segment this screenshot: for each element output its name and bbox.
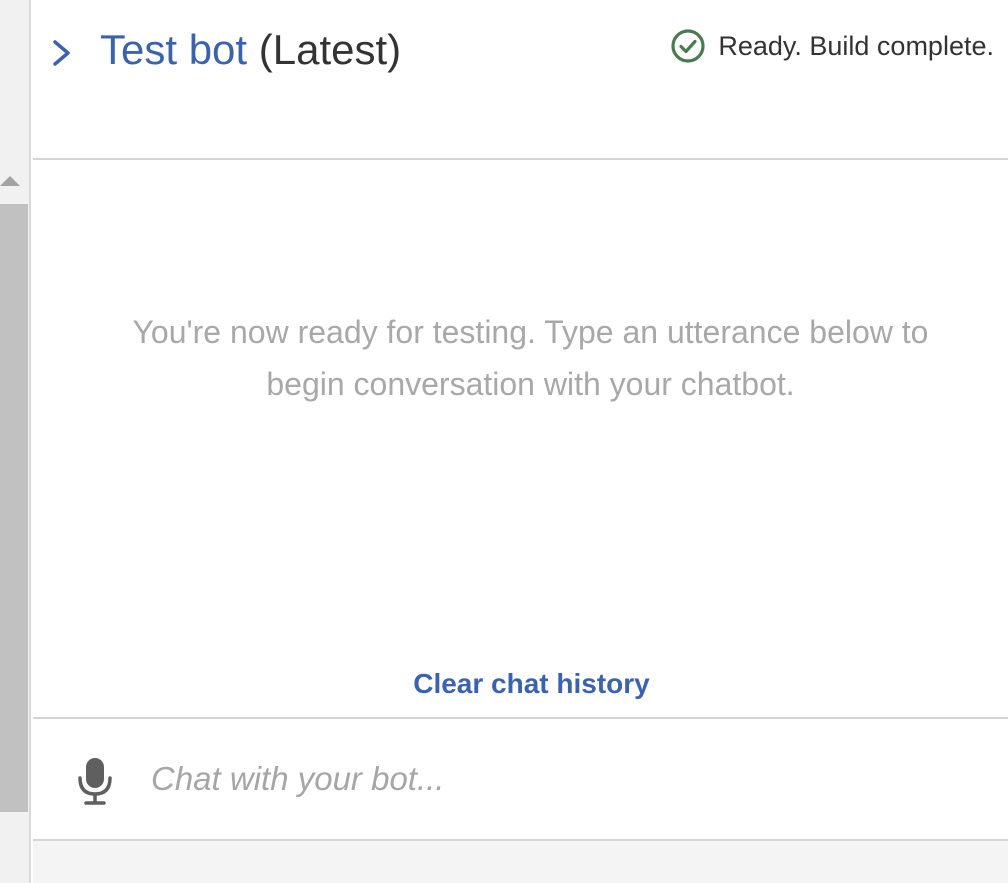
microphone-icon[interactable] xyxy=(77,756,113,806)
chat-input[interactable] xyxy=(151,749,971,809)
test-bot-page: Test bot (Latest) Ready. Build complete.… xyxy=(0,0,1008,883)
conversation-area: You're now ready for testing. Type an ut… xyxy=(33,160,1008,717)
scrollbar-thumb[interactable] xyxy=(0,204,28,812)
chat-composer xyxy=(33,717,1008,841)
footer-strip xyxy=(33,841,1008,883)
version-label: (Latest) xyxy=(258,26,402,73)
check-circle-icon xyxy=(670,28,706,64)
scroll-up-icon[interactable] xyxy=(0,176,20,186)
test-bot-panel: Test bot (Latest) Ready. Build complete.… xyxy=(33,0,1008,883)
bot-name: Test bot xyxy=(100,26,248,73)
empty-state-message: You're now ready for testing. Type an ut… xyxy=(132,314,929,402)
chevron-right-icon[interactable] xyxy=(49,36,75,70)
panel-header: Test bot (Latest) Ready. Build complete. xyxy=(33,0,1008,160)
status-text: Ready. Build complete. xyxy=(718,30,994,61)
panel-title: Test bot (Latest) xyxy=(100,24,401,76)
build-status: Ready. Build complete. xyxy=(670,28,994,64)
clear-chat-history-link[interactable]: Clear chat history xyxy=(33,668,1008,700)
